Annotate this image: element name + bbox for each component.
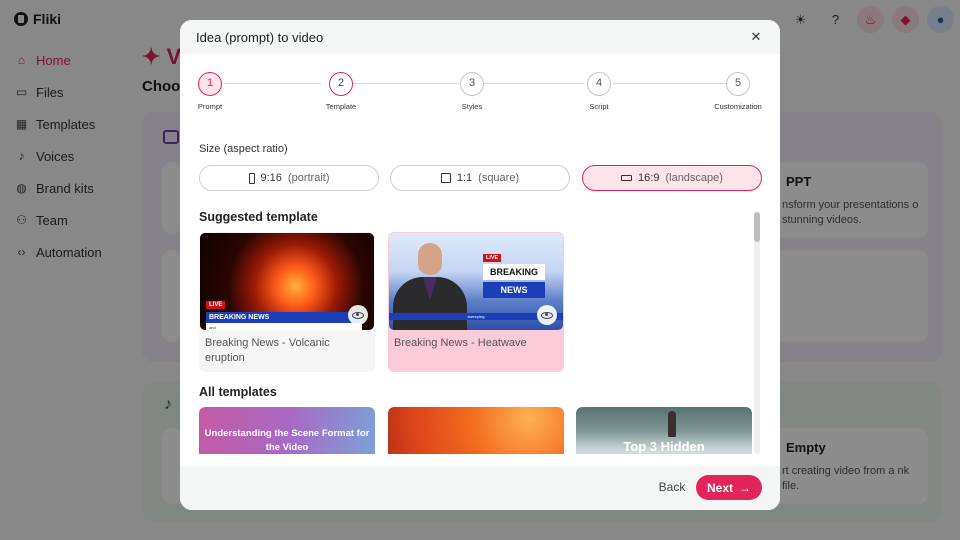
step-label: Customization [714, 102, 762, 111]
ratio-value: 16:9 [638, 172, 660, 184]
ratio-portrait-button[interactable]: 9:16 (portrait) [199, 165, 379, 191]
step-label: Styles [461, 102, 483, 111]
landscape-icon [621, 175, 633, 181]
ratio-desc: (square) [478, 172, 520, 184]
step-label: Prompt [197, 102, 223, 111]
news-label: NEWS [483, 282, 545, 298]
step-label: Script [589, 102, 609, 111]
template-name: Breaking News - Volcanic eruption [205, 337, 330, 364]
ratio-value: 1:1 [456, 172, 473, 184]
news-sub-bar: and [206, 323, 362, 330]
template-name: Breaking News - Heatwave [394, 337, 527, 349]
step-number: 2 [329, 72, 353, 96]
square-icon [440, 173, 451, 183]
template-thumbnail: Understanding the Scene Format for the V… [199, 407, 375, 454]
ratio-square-button[interactable]: 1:1 (square) [390, 165, 570, 191]
portrait-icon [248, 172, 255, 184]
ratio-landscape-button[interactable]: 16:9 (landscape) [582, 165, 762, 191]
template-thumbnail [388, 407, 564, 454]
step-number: 1 [198, 72, 222, 96]
step-number: 3 [460, 72, 484, 96]
scrollbar-thumb[interactable] [754, 212, 760, 242]
wizard-stepper: 1 Prompt 2 Template 3 Styles 4 Script 5 … [180, 72, 780, 116]
preview-eye-icon[interactable] [348, 305, 368, 325]
step-customization[interactable]: 5 Customization [698, 72, 778, 111]
size-label: Size (aspect ratio) [199, 143, 288, 155]
arrow-right-icon: → [739, 480, 751, 495]
breaking-news-bar: BREAKING NEWS [206, 312, 362, 323]
template-thumbnail: LIVE BREAKING NEWS and [200, 233, 374, 330]
news-banner: LIVE BREAKING NEWS and [206, 293, 362, 330]
back-button[interactable]: Back [648, 475, 696, 499]
template-thumbnail: LIVE BREAKING NEWS sweeping [389, 233, 563, 330]
person-figure [668, 411, 676, 437]
thumbnail-title: Top 3 Hidden [623, 439, 705, 454]
close-icon[interactable]: ✕ [748, 29, 764, 45]
step-number: 4 [587, 72, 611, 96]
dialog-header: Idea (prompt) to video ✕ [180, 20, 780, 54]
thumbnail-title: Understanding the Scene Format for the V… [204, 428, 370, 453]
aspect-ratio-selector: 9:16 (portrait) 1:1 (square) 16:9 (lands… [199, 165, 762, 191]
dialog-title: Idea (prompt) to video [196, 30, 324, 45]
template-thumbnail: Top 3 Hidden [576, 407, 752, 454]
live-tag: LIVE [483, 254, 502, 262]
step-label: Template [325, 102, 357, 111]
ratio-desc: (landscape) [665, 172, 723, 184]
step-script[interactable]: 4 Script [559, 72, 639, 111]
anchor-head [418, 243, 442, 275]
breaking-label: BREAKING [483, 264, 545, 280]
template-card-heatwave[interactable]: LIVE BREAKING NEWS sweeping Breaking New… [388, 232, 564, 372]
step-template[interactable]: 2 Template [301, 72, 381, 111]
suggested-template-heading: Suggested template [199, 210, 318, 224]
ratio-desc: (portrait) [287, 172, 330, 184]
next-button[interactable]: Next → [696, 475, 762, 500]
idea-to-video-dialog: Idea (prompt) to video ✕ 1 Prompt 2 Temp… [180, 20, 780, 510]
live-tag: LIVE [206, 301, 226, 309]
template-card-volcanic-eruption[interactable]: LIVE BREAKING NEWS and Breaking News - V… [199, 232, 375, 372]
template-card-top-3-hidden[interactable]: Top 3 Hidden [576, 407, 752, 454]
next-label: Next [706, 480, 733, 495]
template-scroll-area[interactable]: Suggested template LIVE BREAKING NEWS an… [180, 206, 780, 454]
template-scrollbar[interactable] [754, 212, 760, 454]
preview-eye-icon[interactable] [537, 305, 557, 325]
template-card-scene-format[interactable]: Understanding the Scene Format for the V… [199, 407, 375, 454]
ratio-value: 9:16 [260, 172, 282, 184]
dialog-footer: Back Next → [180, 466, 780, 510]
step-number: 5 [726, 72, 750, 96]
step-styles[interactable]: 3 Styles [432, 72, 512, 111]
template-card-orange[interactable] [388, 407, 564, 454]
all-templates-heading: All templates [199, 385, 277, 399]
step-prompt[interactable]: 1 Prompt [180, 72, 250, 111]
